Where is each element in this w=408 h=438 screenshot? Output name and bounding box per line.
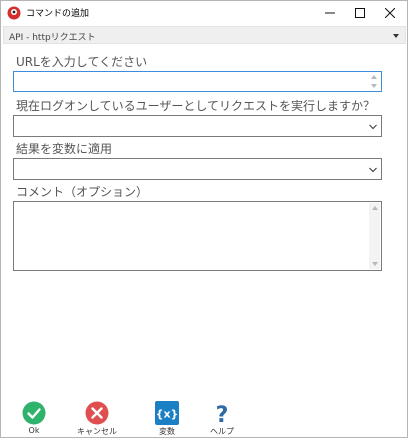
maximize-icon [355, 8, 365, 18]
help-icon-text: ? [216, 403, 229, 425]
result-var-dropdown[interactable] [13, 158, 382, 180]
cancel-button[interactable]: キャンセル [70, 401, 124, 437]
url-spinner[interactable] [370, 73, 379, 91]
url-label: URLを入力してください [16, 55, 148, 69]
close-icon [385, 8, 395, 18]
minimize-icon [325, 12, 335, 14]
maximize-button[interactable] [345, 1, 375, 25]
spinner-up-icon[interactable] [371, 75, 377, 79]
chevron-down-icon [369, 124, 377, 130]
cancel-x-icon [85, 401, 109, 425]
login-user-label: 現在ログオンしているユーザーとしてリクエストを実行しますか？ [16, 99, 376, 113]
ok-label: Ok [28, 426, 40, 435]
ok-button[interactable]: Ok [7, 401, 61, 437]
checkmark-icon [22, 401, 46, 425]
command-type-select[interactable]: API - httpリクエスト [3, 26, 406, 44]
minimize-button[interactable] [315, 1, 345, 25]
url-input[interactable] [13, 71, 382, 92]
comment-textarea[interactable] [13, 201, 382, 271]
add-command-window: コマンドの追加 API - httpリクエスト URLを入力してください 現在ロ… [0, 0, 408, 438]
help-question-icon: ? [216, 403, 229, 425]
variable-button[interactable]: {x} 変数 [140, 401, 194, 437]
help-label: ヘルプ [210, 427, 234, 436]
comment-label: コメント（オプション） [16, 185, 149, 199]
spinner-down-icon[interactable] [371, 84, 377, 88]
variable-label: 変数 [159, 427, 175, 436]
chevron-down-icon [369, 167, 377, 173]
cancel-label: キャンセル [77, 427, 117, 436]
window-title: コマンドの追加 [26, 9, 90, 19]
chevron-down-icon [393, 34, 399, 38]
help-button[interactable]: ? ヘルプ [195, 401, 249, 437]
variable-icon-text: {x} [156, 408, 179, 421]
command-type-value: API - httpリクエスト [9, 33, 96, 43]
close-button[interactable] [375, 1, 405, 25]
scroll-up-icon[interactable] [372, 206, 378, 210]
app-logo-icon [7, 6, 21, 20]
variable-icon: {x} [155, 401, 179, 425]
scroll-down-icon[interactable] [372, 262, 378, 266]
title-bar: コマンドの追加 [1, 1, 407, 25]
comment-scrollbar[interactable] [369, 203, 380, 269]
result-var-label: 結果を変数に適用 [16, 142, 113, 156]
login-user-dropdown[interactable] [13, 115, 382, 137]
